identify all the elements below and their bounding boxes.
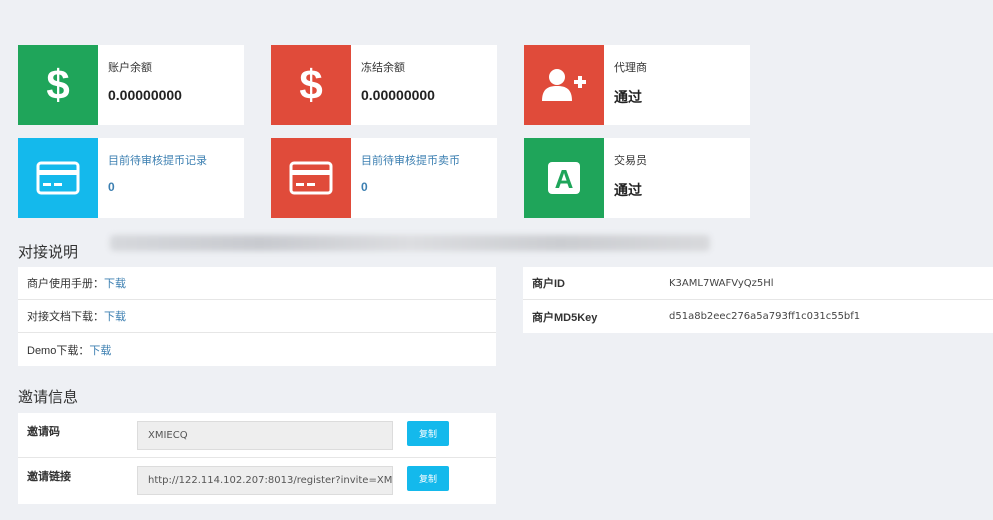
trader-card: A 交易员 通过	[524, 138, 750, 218]
card-value: 0	[361, 180, 368, 194]
merchant-key-value: d51a8b2eec276a5a793ff1c031c55bf1	[669, 311, 861, 322]
add-user-icon	[542, 69, 586, 101]
agent-card: 代理商 通过	[524, 45, 750, 125]
invite-code-label: 邀请码	[27, 426, 60, 438]
docs-panel: 商户使用手册： 下载 对接文档下载： 下载 Demo下载： 下载	[18, 267, 496, 366]
copy-link-button[interactable]: 复制	[407, 466, 449, 491]
doc-row: 商户使用手册： 下载	[18, 267, 496, 300]
blurred-notice	[110, 235, 710, 251]
card-label: 账户余额	[108, 62, 152, 74]
card-value: 通过	[614, 89, 642, 105]
invite-panel: 邀请码 XMIECQ 复制 邀请链接 http://122.114.102.20…	[18, 413, 496, 504]
card-label: 交易员	[614, 155, 647, 167]
card-value: 通过	[614, 182, 642, 198]
invite-code-field[interactable]: XMIECQ	[137, 421, 393, 450]
dollar-tile: $	[271, 45, 351, 125]
svg-text:$: $	[46, 63, 69, 107]
merchant-id-row: 商户ID K3AML7WAFVyQz5Hl	[523, 267, 993, 300]
doc-label: 商户使用手册：	[27, 278, 104, 290]
card-label: 代理商	[614, 62, 647, 74]
pending-sell-card: 目前待审核提币卖币 0	[271, 138, 497, 218]
doc-label: Demo下载：	[27, 344, 90, 357]
merchant-key-label: 商户MD5Key	[532, 311, 598, 324]
credit-card-icon	[289, 161, 333, 195]
copy-code-button[interactable]: 复制	[407, 421, 449, 446]
docs-section-title: 对接说明	[18, 244, 79, 261]
credit-card-tile	[18, 138, 98, 218]
card-value: 0	[108, 180, 115, 194]
dollar-icon: $	[46, 63, 69, 107]
card-label: 冻结余额	[361, 62, 405, 74]
credit-card-tile	[271, 138, 351, 218]
merchant-id-label: 商户ID	[532, 278, 565, 290]
add-user-tile	[524, 45, 604, 125]
doc-row: 对接文档下载： 下载	[18, 300, 496, 333]
dollar-icon: $	[299, 63, 322, 107]
dollar-tile: $	[18, 45, 98, 125]
merchant-panel: 商户ID K3AML7WAFVyQz5Hl 商户MD5Key d51a8b2ee…	[523, 267, 993, 333]
svg-text:A: A	[555, 164, 574, 194]
doc-label: 对接文档下载：	[27, 311, 104, 323]
card-value: 0.00000000	[108, 87, 182, 103]
invite-link-field[interactable]: http://122.114.102.207:8013/register?inv…	[137, 466, 393, 495]
frozen-balance-card: $ 冻结余额 0.00000000	[271, 45, 497, 125]
download-link[interactable]: 下载	[89, 342, 111, 358]
pending-withdraw-card: 目前待审核提币记录 0	[18, 138, 244, 218]
invite-link-label: 邀请链接	[27, 471, 71, 483]
merchant-key-row: 商户MD5Key d51a8b2eec276a5a793ff1c031c55bf…	[523, 300, 993, 333]
credit-card-icon	[36, 161, 80, 195]
doc-row: Demo下载： 下载	[18, 333, 496, 366]
invite-link-row: 邀请链接 http://122.114.102.207:8013/registe…	[18, 458, 496, 503]
invite-code-row: 邀请码 XMIECQ 复制	[18, 413, 496, 458]
download-link[interactable]: 下载	[104, 275, 126, 291]
account-balance-card: $ 账户余额 0.00000000	[18, 45, 244, 125]
letter-a-tile: A	[524, 138, 604, 218]
invite-section-title: 邀请信息	[18, 389, 79, 406]
svg-text:$: $	[299, 63, 322, 107]
letter-a-icon: A	[548, 162, 580, 194]
card-label[interactable]: 目前待审核提币卖币	[361, 152, 460, 168]
card-label[interactable]: 目前待审核提币记录	[108, 152, 207, 168]
merchant-id-value: K3AML7WAFVyQz5Hl	[669, 277, 774, 289]
card-value: 0.00000000	[361, 87, 435, 103]
download-link[interactable]: 下载	[104, 308, 126, 324]
